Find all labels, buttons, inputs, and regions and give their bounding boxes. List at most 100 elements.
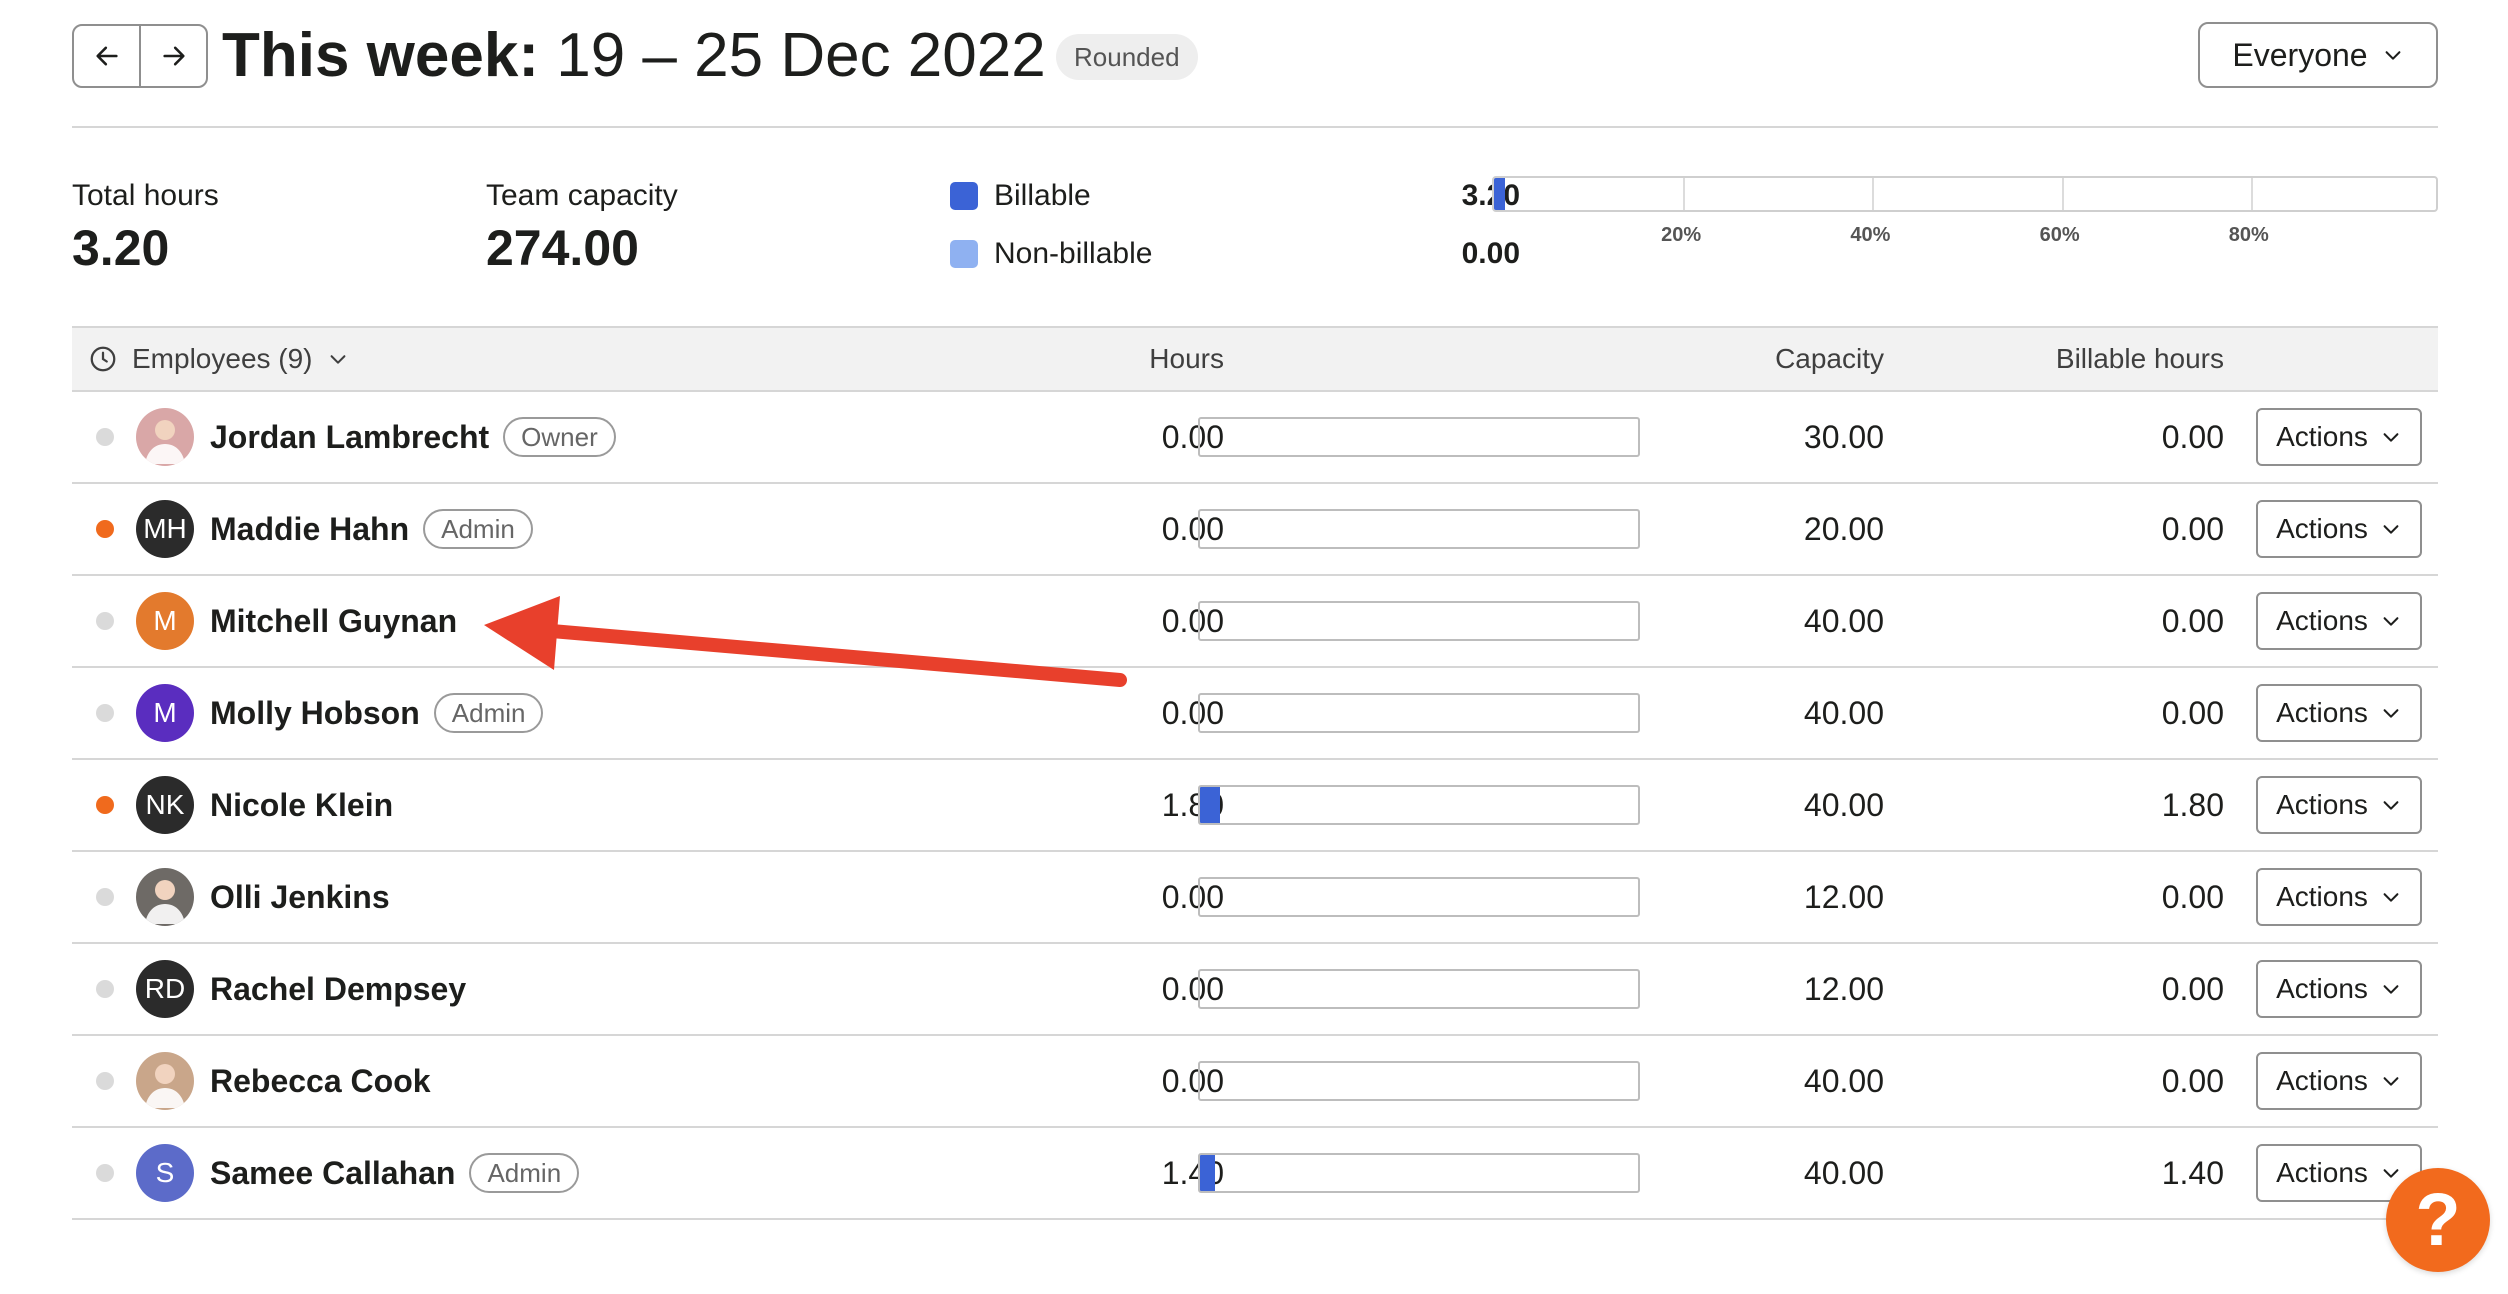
actions-label: Actions	[2276, 1065, 2368, 1096]
hours-progress-fill	[1200, 1155, 1216, 1191]
employee-name-link[interactable]: Rachel Dempsey	[210, 971, 466, 1008]
col-billable-hours: Billable hours	[2055, 343, 2224, 374]
actions-dropdown-button[interactable]: Actions	[2256, 500, 2422, 558]
clock-icon	[90, 346, 116, 372]
filter-label: Everyone	[2232, 36, 2368, 73]
actions-dropdown-button[interactable]: Actions	[2256, 868, 2422, 926]
actions-dropdown-button[interactable]: Actions	[2256, 684, 2422, 742]
avatar	[136, 392, 194, 482]
total-hours-label: Total hours	[72, 179, 219, 212]
chevron-down-icon	[2383, 1169, 2399, 1178]
actions-label: Actions	[2276, 881, 2368, 912]
page-header: This week: 19 – 25 Dec 2022 Rounded Ever…	[72, 20, 2438, 128]
employee-name-link[interactable]: Mitchell Guynan	[210, 603, 457, 640]
billable-progress-fill	[1494, 178, 1506, 210]
actions-dropdown-button[interactable]: Actions	[2256, 592, 2422, 650]
avatar-initials: RD	[144, 973, 186, 1004]
billable-hours-value: 1.80	[2161, 786, 2224, 823]
legend-billable: Billable	[950, 176, 1152, 216]
table-row: NK Nicole Klein 1.80 40.00 1.80 Actions	[72, 760, 2438, 852]
actions-dropdown-button[interactable]: Actions	[2256, 408, 2422, 466]
previous-week-button[interactable]	[74, 26, 139, 86]
status-indicator	[96, 852, 114, 942]
capacity-value: 40.00	[1803, 786, 1884, 823]
employee-name-link[interactable]: Rebecca Cook	[210, 1063, 431, 1100]
billable-hours-value: 0.00	[2161, 418, 2224, 455]
employee-rows: Jordan Lambrecht Owner 0.00 30.00 0.00 Action…	[72, 392, 2438, 1220]
help-button[interactable]: ?	[2386, 1168, 2490, 1272]
hours-summary: Total hours 3.20 Team capacity 274.00 Bi…	[72, 176, 2438, 296]
billable-hours-value: 0.00	[2161, 1062, 2224, 1099]
table-row: S Samee Callahan Admin 1.40 40.00 1.40 Actions	[72, 1128, 2438, 1220]
employee-name-cell: Molly Hobson Admin	[210, 668, 544, 758]
employees-toggle-label: Employees (9)	[132, 343, 313, 374]
employee-name-cell: Jordan Lambrecht Owner	[210, 392, 616, 482]
chevron-down-icon	[330, 355, 345, 364]
actions-label: Actions	[2276, 513, 2368, 544]
capacity-value: 40.00	[1803, 1154, 1884, 1191]
employee-name-link[interactable]: Samee Callahan	[210, 1155, 455, 1192]
status-indicator	[96, 944, 114, 1034]
progress-tick	[2061, 178, 2064, 210]
avatar: M	[136, 668, 194, 758]
chevron-down-icon	[2383, 433, 2399, 442]
actions-label: Actions	[2276, 605, 2368, 636]
billable-hours-value: 0.00	[2161, 878, 2224, 915]
title-dates: 19 – 25 Dec 2022	[556, 21, 1046, 90]
team-capacity-value: 274.00	[486, 220, 639, 276]
hours-progress	[1198, 576, 1640, 666]
hours-legend: Billable Non-billable	[950, 176, 1152, 292]
actions-label: Actions	[2276, 1157, 2368, 1188]
progress-tick-label: 40%	[1850, 224, 1891, 246]
employee-name-link[interactable]: Maddie Hahn	[210, 511, 409, 548]
actions-cell: Actions	[2256, 576, 2422, 666]
nonbillable-value: 0.00	[1461, 237, 1520, 270]
employee-name-cell: Maddie Hahn Admin	[210, 484, 533, 574]
team-capacity-stat: Team capacity 274.00	[486, 176, 678, 278]
next-week-button[interactable]	[139, 26, 206, 86]
progress-tick	[1872, 178, 1875, 210]
team-capacity-label: Team capacity	[486, 179, 678, 212]
progress-tick	[2250, 178, 2253, 210]
actions-dropdown-button[interactable]: Actions	[2256, 1052, 2422, 1110]
status-indicator	[96, 668, 114, 758]
billable-swatch	[950, 182, 978, 210]
total-hours-stat: Total hours 3.20	[72, 176, 219, 278]
status-indicator	[96, 392, 114, 482]
role-badge: Admin	[433, 693, 544, 733]
avatar	[136, 852, 194, 942]
table-row: M Molly Hobson Admin 0.00 40.00 0.00 Actions	[72, 668, 2438, 760]
avatar: NK	[136, 760, 194, 850]
employee-name-cell: Samee Callahan Admin	[210, 1128, 580, 1218]
hours-progress	[1198, 852, 1640, 942]
actions-label: Actions	[2276, 789, 2368, 820]
actions-label: Actions	[2276, 421, 2368, 452]
employee-name-link[interactable]: Jordan Lambrecht	[210, 419, 489, 456]
chevron-down-icon	[2383, 709, 2399, 718]
employees-toggle[interactable]: Employees (9)	[88, 328, 349, 390]
actions-cell: Actions	[2256, 944, 2422, 1034]
week-navigation	[72, 24, 208, 88]
capacity-value: 30.00	[1803, 418, 1884, 455]
actions-cell: Actions	[2256, 852, 2422, 942]
chevron-down-icon	[2383, 1077, 2399, 1086]
billable-label: Billable	[994, 179, 1091, 212]
employee-name-link[interactable]: Molly Hobson	[210, 695, 420, 732]
chevron-down-icon	[2385, 51, 2401, 60]
arrow-left-icon	[95, 46, 118, 66]
employee-name-link[interactable]: Nicole Klein	[210, 787, 393, 824]
employee-name-cell: Rebecca Cook	[210, 1036, 431, 1126]
page-title: This week: 19 – 25 Dec 2022	[222, 20, 1046, 92]
chevron-down-icon	[2383, 525, 2399, 534]
everyone-filter-dropdown[interactable]: Everyone	[2198, 22, 2438, 88]
actions-dropdown-button[interactable]: Actions	[2256, 960, 2422, 1018]
actions-dropdown-button[interactable]: Actions	[2256, 776, 2422, 834]
status-indicator	[96, 576, 114, 666]
hours-progress	[1198, 944, 1640, 1034]
employee-name-link[interactable]: Olli Jenkins	[210, 879, 390, 916]
actions-cell: Actions	[2256, 760, 2422, 850]
status-indicator	[96, 1036, 114, 1126]
col-capacity: Capacity	[1775, 343, 1884, 374]
capacity-value: 20.00	[1803, 510, 1884, 547]
billable-progress-bar	[1492, 176, 2438, 212]
